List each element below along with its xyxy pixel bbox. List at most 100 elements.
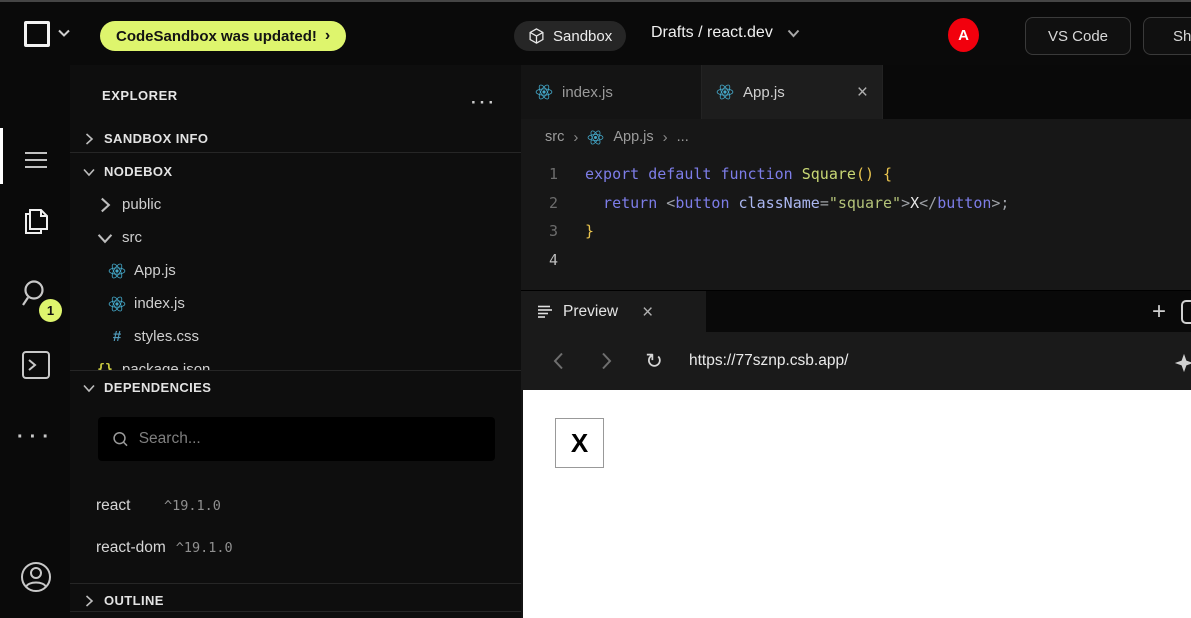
nodebox-label: NODEBOX xyxy=(104,164,172,179)
chevron-right-icon: › xyxy=(663,129,668,146)
file-name: public xyxy=(122,196,161,213)
file-tree-item[interactable]: # styles.css xyxy=(70,320,521,353)
preview-url-bar: ↻ https://77sznp.csb.app/ xyxy=(521,332,1191,390)
dependencies-label: DEPENDENCIES xyxy=(104,380,211,395)
react-file-icon xyxy=(587,129,604,146)
project-breadcrumb-label: Drafts / react.dev xyxy=(651,24,773,42)
preview-tab-label: Preview xyxy=(563,303,618,321)
chevron-down-icon xyxy=(82,165,96,179)
line-number: 3 xyxy=(521,222,585,240)
explorer-panel: EXPLORER ··· SANDBOX INFO NODEBOX public… xyxy=(70,65,521,618)
update-banner-label: CodeSandbox was updated! xyxy=(116,28,317,45)
avatar-letter: A xyxy=(958,27,969,44)
file-name: styles.css xyxy=(134,328,199,345)
chevron-right-icon xyxy=(82,132,96,146)
terminal-icon[interactable] xyxy=(18,347,54,383)
dependency-search-input[interactable] xyxy=(139,430,481,448)
dependency-search xyxy=(98,417,495,461)
cube-icon xyxy=(528,27,545,45)
code-line[interactable]: 2 return <button className="square">X</b… xyxy=(521,189,1191,218)
file-name: index.js xyxy=(134,295,185,312)
activity-bar: 1 ··· ⚙ xyxy=(0,65,70,618)
terminal-badge: 1 xyxy=(39,299,62,322)
vscode-button[interactable]: VS Code xyxy=(1025,17,1131,55)
tab-label: App.js xyxy=(743,84,785,101)
close-preview-icon[interactable]: × xyxy=(642,303,653,322)
editor-tab-App.js[interactable]: App.js × xyxy=(702,65,883,119)
json-file-icon: {} xyxy=(96,361,114,371)
preview-url[interactable]: https://77sznp.csb.app/ xyxy=(689,352,848,370)
code-line[interactable]: 3} xyxy=(521,217,1191,246)
sandbox-badge[interactable]: Sandbox xyxy=(514,21,626,51)
dependency-row[interactable]: react-dom^19.1.0 xyxy=(96,527,496,569)
account-icon[interactable] xyxy=(18,559,54,595)
file-tree-item[interactable]: public xyxy=(70,188,521,221)
line-number: 4 xyxy=(521,251,585,269)
more-views-icon[interactable]: ··· xyxy=(18,419,54,455)
file-name: App.js xyxy=(134,262,176,279)
breadcrumb-tail[interactable]: ... xyxy=(677,129,689,145)
code-text: export default function Square() { xyxy=(585,165,892,183)
editor-tab-strip: index.js App.js × xyxy=(521,65,1191,119)
top-bar: CodeSandbox was updated! › Sandbox Draft… xyxy=(0,0,1191,65)
file-tree-item[interactable]: App.js xyxy=(70,254,521,287)
code-line[interactable]: 1export default function Square() { xyxy=(521,160,1191,189)
update-banner-button[interactable]: CodeSandbox was updated! › xyxy=(100,21,346,51)
file-tree-item[interactable]: {}package.json xyxy=(70,353,521,370)
square-game-button[interactable]: X xyxy=(555,418,604,468)
divider xyxy=(70,152,521,153)
dependency-version: ^19.1.0 xyxy=(164,498,221,514)
breadcrumb-folder[interactable]: src xyxy=(545,129,564,145)
add-tab-icon[interactable]: + xyxy=(1141,291,1177,333)
sparkle-icon[interactable] xyxy=(1173,352,1191,374)
editor-tab-index.js[interactable]: index.js xyxy=(521,65,702,119)
share-button-label: Share xyxy=(1173,28,1191,45)
css-file-icon: # xyxy=(108,328,126,346)
breadcrumb-file[interactable]: App.js xyxy=(613,129,653,145)
vscode-button-label: VS Code xyxy=(1048,28,1108,45)
avatar[interactable]: A xyxy=(948,18,979,52)
project-breadcrumb[interactable]: Drafts / react.dev xyxy=(651,24,800,42)
chevron-down-icon xyxy=(82,381,96,395)
sandbox-info-label: SANDBOX INFO xyxy=(104,131,208,146)
explorer-more-icon[interactable]: ··· xyxy=(471,93,497,113)
section-sandbox-info[interactable]: SANDBOX INFO xyxy=(70,122,521,155)
code-text: } xyxy=(585,222,594,240)
file-tree-item[interactable]: index.js xyxy=(70,287,521,320)
section-dependencies[interactable]: DEPENDENCIES xyxy=(70,371,521,404)
code-editor[interactable]: 1export default function Square() {2 ret… xyxy=(521,155,1191,290)
tab-label: index.js xyxy=(562,84,613,101)
outline-label: OUTLINE xyxy=(104,593,164,608)
line-number: 2 xyxy=(521,194,585,212)
codesandbox-logo-icon[interactable] xyxy=(24,21,50,47)
react-file-icon xyxy=(108,295,126,313)
dependency-name: react xyxy=(96,497,154,515)
sandbox-badge-label: Sandbox xyxy=(553,28,612,45)
preview-list-icon xyxy=(537,305,553,319)
editor-breadcrumb[interactable]: src › App.js › ... xyxy=(521,119,1191,155)
file-tree: public src App.js index.js # styles.css {}pack… xyxy=(70,188,521,370)
explorer-title: EXPLORER xyxy=(102,88,178,103)
share-button[interactable]: Share xyxy=(1143,17,1191,55)
preview-tab[interactable]: Preview × xyxy=(521,291,706,333)
forward-icon[interactable] xyxy=(589,344,623,378)
chevron-right-icon xyxy=(82,594,96,608)
section-nodebox[interactable]: NODEBOX xyxy=(70,155,521,188)
code-line[interactable]: 4 xyxy=(521,246,1191,275)
code-text: return <button className="square">X</but… xyxy=(585,194,1009,212)
close-tab-icon[interactable]: × xyxy=(857,83,868,102)
file-tree-item[interactable]: src xyxy=(70,221,521,254)
dependency-row[interactable]: react ^19.1.0 xyxy=(96,485,496,527)
banner-chevron-icon: › xyxy=(325,27,330,45)
explorer-header: EXPLORER ··· xyxy=(70,79,521,111)
back-icon[interactable] xyxy=(541,344,575,378)
menu-hamburger-icon[interactable] xyxy=(18,142,54,178)
search-icon xyxy=(112,430,129,448)
open-window-icon[interactable] xyxy=(1181,300,1191,324)
logo-chevron-down-icon[interactable] xyxy=(58,29,70,37)
section-outline[interactable]: OUTLINE xyxy=(70,584,521,617)
refresh-icon[interactable]: ↻ xyxy=(637,344,671,378)
chevron-right-icon: › xyxy=(573,129,578,146)
divider xyxy=(70,611,521,612)
explorer-files-icon[interactable] xyxy=(18,201,54,237)
